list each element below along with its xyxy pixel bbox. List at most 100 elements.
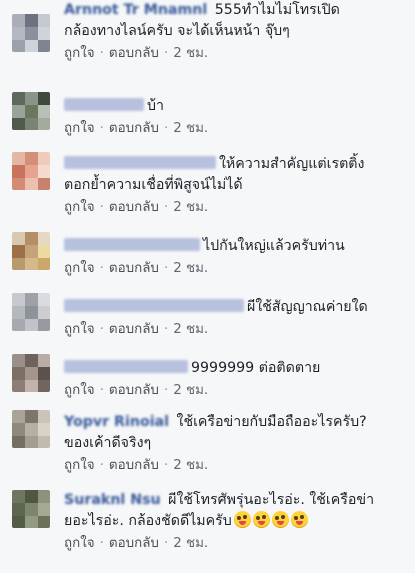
avatar-pixel [25,118,38,130]
avatar-pixel [38,118,50,130]
like-link[interactable]: ถูกใจ [64,200,95,215]
avatar-pixel [25,245,38,258]
separator: · [163,536,169,551]
emoji-row [232,511,308,529]
separator: · [163,383,169,398]
reply-link[interactable]: ตอบกลับ [109,322,159,337]
separator: · [99,121,104,136]
avatar-pixel [38,306,50,319]
avatar-pixel [38,40,50,52]
avatar-pixel [25,92,38,105]
timestamp[interactable]: 2 ชม. [173,261,208,276]
comment-text-line: ของเค้าดีจริงๆ [64,433,409,454]
timestamp[interactable]: 2 ชม. [173,536,208,551]
like-link[interactable]: ถูกใจ [64,383,95,398]
comment-text: ยอะไรอ่ะ. กล้องชัดดีไมครับ [64,513,232,529]
timestamp[interactable]: 2 ชม. [173,322,208,337]
reply-link[interactable]: ตอบกลับ [109,261,159,276]
avatar-pixel [12,258,25,270]
commenter-name[interactable]: Suraknl Nsu [64,492,161,508]
avatar[interactable] [12,293,50,331]
like-link[interactable]: ถูกใจ [64,121,95,136]
like-link[interactable]: ถูกใจ [64,46,95,61]
avatar[interactable] [12,92,50,130]
avatar-pixel [25,14,38,27]
commenter-name[interactable] [64,238,200,251]
avatar-pixel [12,354,25,367]
like-link[interactable]: ถูกใจ [64,536,95,551]
avatar-pixel [38,423,50,436]
avatar-pixel [12,27,25,40]
avatar-pixel [12,490,25,503]
commenter-name[interactable]: Arnnot Tr Mnamnl [64,2,207,18]
commenter-name[interactable] [64,156,216,169]
avatar-pixel [12,503,25,516]
avatar-pixel [25,354,38,367]
avatar-pixel [38,490,50,503]
avatar-pixel [38,503,50,516]
timestamp[interactable]: 2 ชม. [173,121,208,136]
commenter-name[interactable] [64,98,144,111]
avatar-pixel [38,27,50,40]
avatar[interactable] [12,232,50,270]
comment-text: ผีใช้โทรศัพรุ่นอะไรอ่ะ. ใช้เครือข่า [168,492,375,508]
avatar-pixel [25,410,38,423]
reply-link[interactable]: ตอบกลับ [109,200,159,215]
timestamp[interactable]: 2 ชม. [173,46,208,61]
separator: · [163,261,169,276]
avatar-pixel [38,258,50,270]
timestamp[interactable]: 2 ชม. [173,200,208,215]
commenter-name[interactable]: Yopvr Rinoial [64,414,169,430]
reply-link[interactable]: ตอบกลับ [109,383,159,398]
avatar-pixel [38,105,50,118]
avatar-pixel [25,423,38,436]
commenter-name[interactable] [64,299,244,312]
like-link[interactable]: ถูกใจ [64,458,95,473]
avatar-pixel [12,516,25,528]
like-link[interactable]: ถูกใจ [64,261,95,276]
separator: · [163,121,169,136]
tongue-face-emoji-icon [233,511,251,528]
avatar-pixel [38,245,50,258]
avatar-pixel [38,319,50,331]
reply-link[interactable]: ตอบกลับ [109,536,159,551]
avatar-pixel [25,232,38,245]
avatar-pixel [38,92,50,105]
reply-link[interactable]: ตอบกลับ [109,458,159,473]
avatar-pixel [38,178,50,190]
separator: · [99,458,104,473]
comment-text: กล้องทางไลน์ครับ จะได้เห็นหน้า จุ๊บๆ [64,23,290,39]
avatar-pixel [25,152,38,165]
avatar-pixel [25,516,38,528]
comment-text-line: ให้ความสำคัญแต่เรตติ้ง [64,154,409,175]
avatar-pixel [38,367,50,380]
avatar-pixel [38,436,50,448]
comment-actions: ถูกใจ · ตอบกลับ · 2 ชม. [64,43,409,64]
like-link[interactable]: ถูกใจ [64,322,95,337]
avatar-pixel [12,293,25,306]
commenter-name[interactable] [64,360,188,373]
avatar-pixel [12,306,25,319]
reply-link[interactable]: ตอบกลับ [109,46,159,61]
comment-actions: ถูกใจ · ตอบกลับ · 2 ชม. [64,533,409,554]
avatar-pixel [12,40,25,52]
comment-text: ใช้เครือข่ายกับมือถืออะไรครับ? [176,414,367,430]
avatar-pixel [25,319,38,331]
separator: · [163,322,169,337]
avatar[interactable] [12,490,50,528]
avatar[interactable] [12,14,50,52]
avatar-pixel [38,232,50,245]
comment-actions: ถูกใจ · ตอบกลับ · 2 ชม. [64,118,409,139]
avatar-pixel [25,178,38,190]
reply-link[interactable]: ตอบกลับ [109,121,159,136]
avatar[interactable] [12,410,50,448]
avatar[interactable] [12,152,50,190]
timestamp[interactable]: 2 ชม. [173,383,208,398]
comment-text: 9999999 ต่อติดตาย [191,360,321,376]
comment-text-line: ผีใช้สัญญาณค่ายใด [64,297,409,318]
avatar-pixel [25,165,38,178]
avatar-pixel [25,380,38,392]
avatar[interactable] [12,354,50,392]
comment-text-line: Yopvr Rinoial ใช้เครือข่ายกับมือถืออะไรค… [64,412,409,433]
timestamp[interactable]: 2 ชม. [173,458,208,473]
